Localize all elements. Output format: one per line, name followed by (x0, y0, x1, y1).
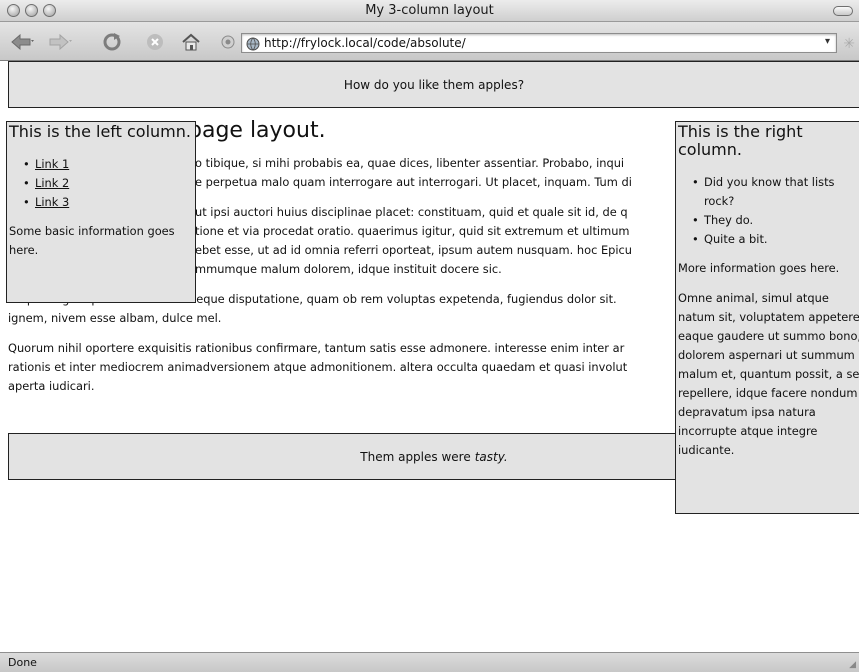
list-item: They do. (692, 211, 859, 230)
left-column-title: This is the left column. (9, 122, 191, 141)
address-bar[interactable]: http://frylock.local/code/absolute/ ▾ (241, 33, 837, 53)
link-3[interactable]: Link 3 (35, 195, 69, 209)
footer-emphasis: tasty. (474, 449, 508, 464)
list-item: Quite a bit. (692, 230, 859, 249)
window-titlebar: My 3-column layout (0, 0, 859, 22)
footer-text: Them apples were (360, 449, 471, 464)
page-viewport: How do you like them apples? page layout… (0, 61, 859, 652)
right-column-paragraph: Omne animal, simul atque natum sit, volu… (678, 291, 859, 457)
home-icon (181, 33, 201, 51)
paragraph-line: ignem, nivem esse albam, dulce mel. (8, 311, 222, 325)
right-column-list: Did you know that lists rock? They do. Q… (676, 173, 859, 249)
right-column: This is the right column. Did you know t… (675, 121, 859, 514)
bookmark-icon (220, 34, 236, 50)
paragraph-line: aperta iudicari. (8, 379, 95, 393)
window-title: My 3-column layout (365, 3, 494, 18)
list-item: Link 3 (23, 193, 195, 212)
paragraph-line: ebet esse, ut ad id omnia referri oporte… (195, 243, 633, 257)
url-history-dropdown-icon[interactable]: ▾ (825, 36, 830, 47)
list-item: Link 2 (23, 174, 195, 193)
paragraph-line: tione et via procedat oratio. quaerimus … (195, 224, 630, 238)
reload-button[interactable] (101, 32, 123, 52)
paragraph-line: e perpetua malo quam interrogare aut int… (195, 175, 632, 189)
link-1[interactable]: Link 1 (35, 157, 69, 171)
paragraph-line: ut ipsi auctori huius disciplinae placet… (195, 205, 628, 219)
paragraph-line: Quorum nihil oportere exquisitis rationi… (8, 341, 625, 355)
left-column-info: Some basic information goes here. (9, 224, 175, 257)
right-column-info: More information goes here. (678, 261, 840, 275)
left-column: This is the left column. Link 1 Link 2 L… (6, 121, 196, 303)
list-item: Link 1 (23, 155, 195, 174)
list-item: Did you know that lists rock? (692, 173, 859, 211)
back-button[interactable] (11, 32, 35, 52)
stop-icon (146, 33, 164, 51)
toolbar-toggle-button[interactable] (833, 6, 853, 16)
status-bar: Done ◢ (0, 652, 859, 672)
site-globe-icon (246, 37, 260, 54)
bookmark-button[interactable] (217, 32, 239, 52)
right-column-title: This is the right column. (678, 122, 803, 159)
loading-throbber-icon: ✳ (843, 36, 855, 52)
forward-arrow-icon (49, 34, 73, 50)
paragraph-line: mmumque malum dolorem, idque instituit d… (195, 262, 502, 276)
reload-icon (102, 32, 122, 52)
left-column-links: Link 1 Link 2 Link 3 (7, 155, 195, 212)
stop-button[interactable] (144, 32, 166, 52)
status-text: Done (8, 656, 37, 669)
url-text[interactable]: http://frylock.local/code/absolute/ (264, 36, 466, 50)
resize-grip-icon[interactable]: ◢ (849, 660, 856, 670)
forward-button[interactable] (49, 32, 73, 52)
header-text: How do you like them apples? (343, 77, 525, 92)
back-arrow-icon (11, 34, 35, 50)
page-header: How do you like them apples? (8, 61, 859, 108)
link-2[interactable]: Link 2 (35, 176, 69, 190)
browser-toolbar: http://frylock.local/code/absolute/ ▾ ✳ (0, 22, 859, 61)
paragraph-line: o tibique, si mihi probabis ea, quae dic… (195, 156, 625, 170)
paragraph-line: rationis et inter mediocrem animadversio… (8, 360, 628, 374)
home-button[interactable] (180, 32, 202, 52)
